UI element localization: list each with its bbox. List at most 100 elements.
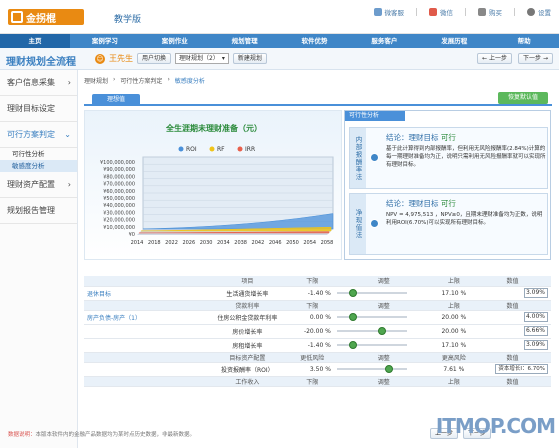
settings-link[interactable]: 设置 xyxy=(527,7,551,17)
feasibility-conclusion: 结论：理财目标 可行 xyxy=(386,133,456,142)
table-row: 投资报酬率（ROI） 3.50 % 7.61 % 资本增长Ⅰ：6.70% xyxy=(84,362,551,377)
slider-handle[interactable] xyxy=(349,313,358,321)
table-slider-cell xyxy=(333,324,434,339)
slider-track xyxy=(336,330,407,332)
sidebar-subitem-sensitivity-analysis[interactable]: 敏感度分析 xyxy=(0,160,77,172)
nav-advantages[interactable]: 软件优势 xyxy=(280,34,350,48)
nav-case-study[interactable]: 案例学习 xyxy=(70,34,140,48)
breadcrumb-item[interactable]: 可行性方案判定 xyxy=(120,76,162,85)
adjust-slider[interactable] xyxy=(336,365,407,373)
adjust-slider[interactable] xyxy=(336,341,407,349)
sidebar-item-feasibility[interactable]: 可行方案判定 ⌄ xyxy=(0,122,77,148)
x-tick-label: 2014 xyxy=(131,240,144,246)
new-plan-button[interactable]: 新建规划 xyxy=(232,53,267,64)
slider-track xyxy=(336,292,407,294)
sidebar-item-asset-allocation[interactable]: 理财资产配置 › xyxy=(0,172,77,198)
next-step-button[interactable]: 下一步 → xyxy=(518,53,553,64)
arrow-left-icon: ← xyxy=(482,55,488,62)
table-row: 退休目标 生活通货增长率 -1.40 % 17.10 % 3.09% xyxy=(84,286,551,301)
weibo-link[interactable]: 微信 xyxy=(429,7,453,17)
adjust-slider[interactable] xyxy=(336,327,407,335)
sidebar-item-client-info[interactable]: 客户信息采集 › xyxy=(0,70,77,96)
chevron-right-icon: › xyxy=(67,78,71,87)
adjust-slider[interactable] xyxy=(336,313,407,321)
x-tick-label: 2054 xyxy=(303,240,316,246)
x-tick-label: 2038 xyxy=(234,240,247,246)
adjust-slider[interactable] xyxy=(336,289,407,297)
table-min-value: -20.00 % xyxy=(290,324,334,339)
feasibility-panel: 可行性分析 内部报酬率法 结论：理财目标 可行 基于此计算得到内部报酬率，但利用… xyxy=(344,110,551,260)
table-header-cell: 调整 xyxy=(333,300,434,311)
table-header-cell: 项目 xyxy=(204,276,291,287)
table-header-cell: 数值 xyxy=(474,376,551,387)
sidebar-item-report-management[interactable]: 规划报告管理 xyxy=(0,198,77,224)
gear-icon xyxy=(527,8,535,16)
sidebar: 客户信息采集 › 理财目标设定 可行方案判定 ⌄ 可行性分析 敏感度分析 理财资产配… xyxy=(0,70,78,448)
wechat-service-link[interactable]: 微客服 xyxy=(373,7,404,17)
table-group-label: 退休目标 xyxy=(84,286,204,301)
portfolio-select[interactable]: 资本增长Ⅰ：6.70% xyxy=(495,364,548,374)
table-value-cell: 资本增长Ⅰ：6.70% xyxy=(474,362,551,377)
slider-handle[interactable] xyxy=(349,289,358,297)
tab-bar: 理想值 恢复默认值 xyxy=(84,92,552,106)
plan-select[interactable]: 理财规划（2） ▾ xyxy=(175,53,229,64)
chevron-right-icon: › xyxy=(67,180,71,189)
table-max-value: 20.00 % xyxy=(433,324,475,339)
table-value-cell: 3.09% xyxy=(474,286,551,301)
slider-handle[interactable] xyxy=(384,365,393,373)
table-group-label xyxy=(84,338,204,353)
info-dot-icon xyxy=(370,219,379,228)
slider-track xyxy=(336,316,407,318)
table-header-row: 工作收入 下限 调整 上限 数值 xyxy=(84,376,551,387)
step-buttons: ← 上一步 下一步 → xyxy=(477,53,553,64)
nav-home[interactable]: 主页 xyxy=(0,34,70,48)
x-tick-label: 2046 xyxy=(269,240,282,246)
table-header-cell: 工作收入 xyxy=(204,376,291,387)
sidebar-item-goal-setting[interactable]: 理财目标设定 xyxy=(0,96,77,122)
table-value-cell: 6.66% xyxy=(474,324,551,339)
table-group-label xyxy=(84,324,204,339)
restore-default-button[interactable]: 恢复默认值 xyxy=(498,92,548,104)
feasibility-row-irr: 内部报酬率法 结论：理财目标 可行 基于此计算得到内部报酬率，但利用无风险报酬率… xyxy=(349,127,548,189)
prev-step-button[interactable]: ← 上一步 xyxy=(477,53,513,64)
table-slider-cell xyxy=(333,362,434,377)
sidebar-subitem-feasibility-analysis[interactable]: 可行性分析 xyxy=(0,148,77,160)
table-min-value: 3.50 % xyxy=(290,362,334,377)
table-item-name: 房价增长率 xyxy=(204,324,291,339)
y-tick-label: ¥60,000,000 xyxy=(103,189,135,195)
table-header-cell: 更低风险 xyxy=(290,352,334,363)
table-row: 房租增长率 -1.40 % 17.10 % 3.09% xyxy=(84,338,551,353)
purchase-link[interactable]: 购买 xyxy=(478,7,502,17)
legend-marker-irr xyxy=(237,146,243,152)
nav-history[interactable]: 发展历程 xyxy=(419,34,489,48)
nav-help[interactable]: 帮助 xyxy=(489,34,559,48)
y-tick-label: ¥10,000,000 xyxy=(103,225,135,231)
slider-handle[interactable] xyxy=(378,327,387,335)
slider-handle[interactable] xyxy=(349,341,358,349)
x-tick-label: 2018 xyxy=(148,240,161,246)
table-header-cell: 数值 xyxy=(474,352,551,363)
nav-service-clients[interactable]: 服务客户 xyxy=(349,34,419,48)
table-item-name: 投资报酬率（ROI） xyxy=(204,362,291,377)
breadcrumb-item[interactable]: 理财规划 xyxy=(84,76,108,85)
logo-text: 金拐棍 xyxy=(26,13,56,25)
table-max-value: 20.00 % xyxy=(433,310,475,325)
value-input[interactable]: 6.66% xyxy=(524,326,548,336)
value-input[interactable]: 3.09% xyxy=(524,340,548,350)
breadcrumb: 理财规划 › 可行性方案判定 › 敏感度分析 xyxy=(84,76,205,85)
table-header-cell: 目标资产配置 xyxy=(204,352,291,363)
table-item-name: 住房公积金贷款年利率 xyxy=(204,310,291,325)
cart-icon xyxy=(478,8,486,16)
switch-user-button[interactable]: 用户切换 xyxy=(137,53,172,64)
table-group-label xyxy=(84,362,204,377)
table-header-cell: 调整 xyxy=(333,376,434,387)
x-tick-label: 2042 xyxy=(252,240,265,246)
nav-case-homework[interactable]: 案例作业 xyxy=(140,34,210,48)
nav-plan-management[interactable]: 规划管理 xyxy=(210,34,280,48)
value-input[interactable]: 4.00% xyxy=(524,312,548,322)
tab-ideal-value[interactable]: 理想值 xyxy=(92,94,140,106)
breadcrumb-current: 敏感度分析 xyxy=(174,78,205,85)
x-tick-label: 2058 xyxy=(321,240,334,246)
value-input[interactable]: 3.09% xyxy=(524,288,548,298)
y-tick-label: ¥20,000,000 xyxy=(103,218,135,224)
